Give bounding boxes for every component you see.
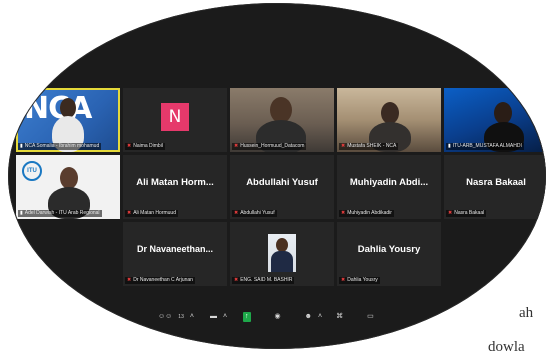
participant-tile[interactable]: Ali Matan Horm... ✖ Ali Matan Hormuud	[123, 155, 227, 219]
mic-off-icon: ✖	[234, 277, 239, 283]
mic-off-icon: ✖	[234, 210, 239, 216]
participant-nameplate: ✖ Abdullahi Yusuf	[232, 210, 277, 217]
participant-nameplate: ✖ Nasra Bakaal	[446, 210, 487, 217]
apps-icon[interactable]: ⌘	[336, 312, 343, 322]
participant-head	[60, 98, 76, 118]
participant-nameplate: ✖ Dr Navaneethan C Arjunan	[125, 277, 195, 284]
participant-nameplate: ✖ Hussein_Hormuud_Datacom	[232, 143, 307, 150]
participant-nameplate: ✖ Dahlia Yousry	[339, 277, 380, 284]
mic-icon: ▮	[448, 143, 451, 149]
participant-tile[interactable]: N ✖ Naima Dimbil	[123, 88, 227, 152]
chevron-up-icon[interactable]: ˄	[318, 312, 322, 322]
profile-photo	[268, 234, 296, 272]
mic-off-icon: ✖	[127, 210, 132, 216]
participant-nameplate: ✖ Mustafa SHEIK - NCA	[339, 143, 399, 150]
whiteboard-icon[interactable]: ▭	[367, 312, 374, 322]
participant-display-name: Abdullahi Yusuf	[246, 177, 318, 188]
mic-off-icon: ✖	[448, 210, 453, 216]
empty-tile	[16, 222, 120, 286]
mic-off-icon: ✖	[341, 143, 346, 149]
chevron-up-icon[interactable]: ˄	[190, 312, 194, 322]
participant-head	[494, 102, 512, 124]
participants-icon[interactable]: ☺☺	[158, 312, 172, 322]
participant-head	[276, 238, 288, 252]
participant-display-name: Dr Navaneethan...	[136, 244, 214, 254]
participant-count: 13	[178, 314, 184, 320]
zoom-window-oval: NCA ▮ NCA Somalia - Ibrahim mohamud N ✖ …	[8, 3, 546, 349]
participant-tile[interactable]: Nasra Bakaal ✖ Nasra Bakaal	[444, 155, 546, 219]
reactions-icon[interactable]: ☻	[305, 312, 312, 322]
participant-tile[interactable]: NCA ▮ NCA Somalia - Ibrahim mohamud	[16, 88, 120, 152]
mic-off-icon: ✖	[127, 143, 132, 149]
participant-tile[interactable]: ✖ Mustafa SHEIK - NCA	[337, 88, 441, 152]
mic-icon: ▮	[20, 143, 23, 149]
participant-nameplate: ✖ Naima Dimbil	[125, 143, 165, 150]
record-icon[interactable]: ◉	[275, 312, 281, 322]
mic-off-icon: ✖	[341, 210, 346, 216]
share-screen-icon[interactable]: ↑	[243, 312, 251, 322]
participant-nameplate: ✖ ENG. SAID M. BASHIR	[232, 277, 295, 284]
participant-nameplate: ✖ Ali Matan Hormuud	[125, 210, 178, 217]
mic-off-icon: ✖	[234, 143, 239, 149]
avatar: N	[161, 103, 189, 131]
participant-display-name: Dahlia Yousry	[357, 244, 421, 255]
overflow-text: dowla	[488, 339, 525, 355]
chevron-up-icon[interactable]: ˄	[223, 312, 227, 322]
participant-tile[interactable]: Dahlia Yousry ✖ Dahlia Yousry	[337, 222, 441, 286]
participant-head	[60, 167, 78, 189]
participant-tile[interactable]: Abdullahi Yusuf ✖ Abdullahi Yusuf	[230, 155, 334, 219]
participant-tile[interactable]: ITU ▮ Adel Darwish - ITU Arab Regional	[16, 155, 120, 219]
participant-display-name: Ali Matan Horm...	[136, 177, 214, 188]
mic-icon: ▮	[20, 210, 23, 216]
participant-tile[interactable]: Muhiyadin Abdi... ✖ Muhiyadin Abdikadir	[337, 155, 441, 219]
participant-display-name: Nasra Bakaal	[466, 177, 526, 188]
mic-off-icon: ✖	[341, 277, 346, 283]
participant-tile[interactable]: ▮ ITU-ARB_MUSTAFA ALMAHDI	[444, 88, 546, 152]
participant-tile[interactable]: ✖ Hussein_Hormuud_Datacom	[230, 88, 334, 152]
mic-off-icon: ✖	[127, 277, 132, 283]
participant-nameplate: ▮ Adel Darwish - ITU Arab Regional	[18, 210, 102, 217]
empty-tile	[444, 222, 546, 286]
overflow-text: ah	[519, 305, 534, 321]
participant-head	[381, 102, 399, 124]
participant-nameplate: ✖ Muhiyadin Abdikadir	[339, 210, 394, 217]
video-grid: NCA ▮ NCA Somalia - Ibrahim mohamud N ✖ …	[16, 88, 546, 293]
participant-nameplate: ▮ ITU-ARB_MUSTAFA ALMAHDI	[446, 143, 524, 150]
participant-tile[interactable]: ✖ ENG. SAID M. BASHIR	[230, 222, 334, 286]
chat-icon[interactable]: ▬	[210, 312, 217, 322]
participant-body	[271, 251, 293, 272]
itu-logo: ITU	[22, 161, 42, 181]
participant-nameplate: ▮ NCA Somalia - Ibrahim mohamud	[18, 143, 102, 150]
meeting-toolbar: ☺☺ 13 ˄ ▬ ˄ ↑ ◉ ☻ ˄ ⌘ ▭	[158, 307, 448, 327]
participant-tile[interactable]: Dr Navaneethan... ✖ Dr Navaneethan C Arj…	[123, 222, 227, 286]
participant-display-name: Muhiyadin Abdi...	[349, 177, 429, 188]
